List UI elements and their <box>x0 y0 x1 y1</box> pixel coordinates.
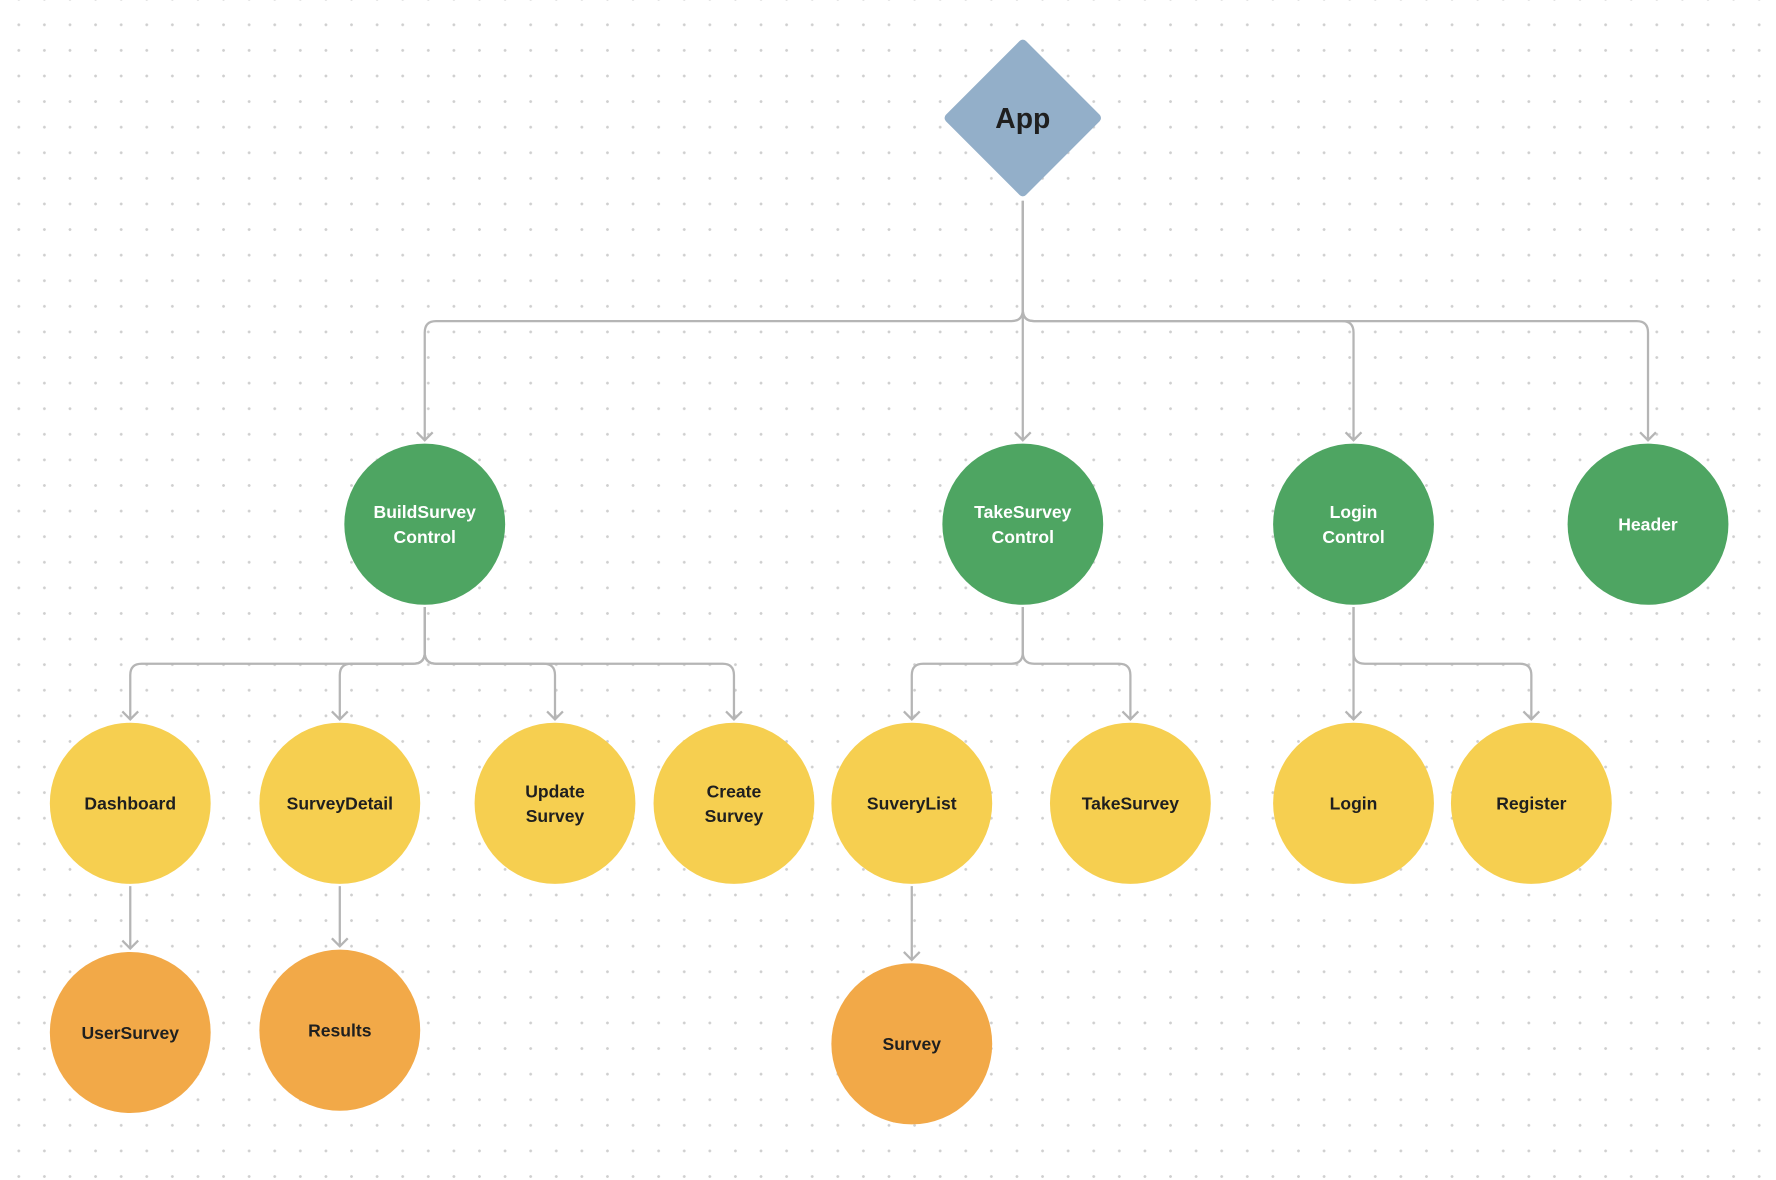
edge-app-to-header <box>1021 200 1650 441</box>
edge-take-to-suverylist <box>910 607 1024 720</box>
node-results-label: Results <box>308 1021 372 1041</box>
node-login-label: Login <box>1330 794 1378 814</box>
node-loginc-label: Login <box>1330 502 1378 522</box>
node-register-label: Register <box>1496 794 1566 814</box>
node-build-label: Control <box>394 527 456 547</box>
node-take[interactable] <box>942 443 1104 605</box>
node-header-label: Header <box>1618 515 1678 535</box>
edge-loginc-to-register <box>1352 607 1533 720</box>
node-build-label: BuildSurvey <box>374 502 477 522</box>
node-update-label: Survey <box>526 806 585 826</box>
edge-build-to-surveydetail <box>338 607 426 720</box>
node-take-label: Control <box>992 527 1054 547</box>
node-suverylist-label: SuveryList <box>867 794 957 814</box>
node-create[interactable] <box>653 722 815 884</box>
node-build[interactable] <box>344 443 506 605</box>
node-loginc[interactable] <box>1273 443 1434 605</box>
node-take-label: TakeSurvey <box>974 502 1071 522</box>
node-usersurvey-label: UserSurvey <box>81 1023 179 1043</box>
edge-build-to-create <box>423 607 736 720</box>
edge-take-to-takesurvey <box>1021 607 1132 720</box>
node-loginc-label: Control <box>1322 527 1384 547</box>
node-update-label: Update <box>525 781 585 801</box>
node-app-label: App <box>995 103 1050 135</box>
node-dashboard-label: Dashboard <box>84 794 176 814</box>
node-update[interactable] <box>474 722 636 884</box>
component-tree: App BuildSurvey Control TakeSurvey Control Lo… <box>49 39 1729 1125</box>
node-create-label: Survey <box>705 806 764 826</box>
node-survey-label: Survey <box>883 1034 942 1054</box>
node-takesurvey-label: TakeSurvey <box>1082 794 1179 814</box>
node-create-label: Create <box>707 781 762 801</box>
node-surveydetail-label: SurveyDetail <box>287 794 393 814</box>
diagram-canvas: App BuildSurvey Control TakeSurvey Control Lo… <box>0 0 1776 1180</box>
edge-app-to-build <box>423 200 1024 441</box>
